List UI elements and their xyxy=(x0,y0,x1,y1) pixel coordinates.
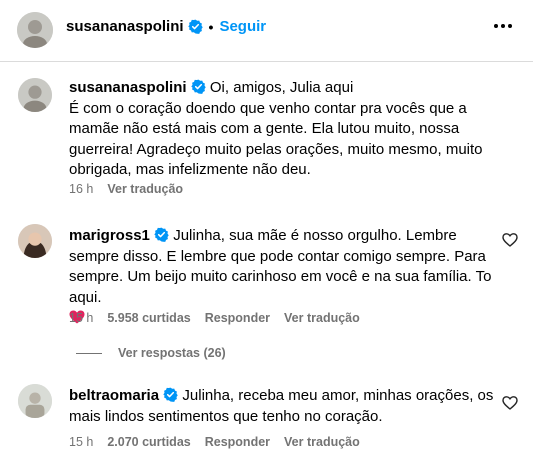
comment-meta: 15 h 2.070 curtidas Responder Ver traduç… xyxy=(69,435,374,449)
like-heart-icon[interactable] xyxy=(502,395,518,411)
header-avatar[interactable] xyxy=(17,12,53,48)
avatar-photo-icon xyxy=(18,384,52,418)
comment-body: beltraomaria Julinha, receba meu amor, m… xyxy=(69,386,497,427)
verified-badge-icon xyxy=(154,227,169,242)
reply-button[interactable]: Responder xyxy=(205,435,270,449)
avatar-photo-icon xyxy=(18,224,52,258)
comment-time[interactable]: 15 h xyxy=(69,435,93,449)
caption-avatar[interactable] xyxy=(18,78,52,112)
follow-button[interactable]: Seguir xyxy=(219,18,266,35)
separator-dot: • xyxy=(208,18,214,35)
comment-likes-count[interactable]: 2.070 curtidas xyxy=(107,435,190,449)
caption-username[interactable]: susananaspolini xyxy=(69,79,187,96)
comment-username[interactable]: beltraomaria xyxy=(69,387,159,404)
post-header: susananaspolini • Seguir xyxy=(0,0,533,62)
avatar-photo-icon xyxy=(17,12,53,48)
avatar-photo-icon xyxy=(18,78,52,112)
comment-translate-link[interactable]: Ver tradução xyxy=(284,435,360,449)
caption-translate-link[interactable]: Ver tradução xyxy=(107,182,183,196)
comment-time[interactable]: 15 h xyxy=(69,311,93,325)
reply-button[interactable]: Responder xyxy=(205,311,270,325)
header-username[interactable]: susananaspolini xyxy=(66,18,184,35)
view-replies-button[interactable]: Ver respostas (26) xyxy=(76,346,226,360)
verified-badge-icon xyxy=(163,387,178,402)
comment-avatar[interactable] xyxy=(18,384,52,418)
comment-likes-count[interactable]: 5.958 curtidas xyxy=(107,311,190,325)
comment-username[interactable]: marigross1 xyxy=(69,227,150,244)
replies-divider-line xyxy=(76,352,102,354)
view-replies-label: Ver respostas (26) xyxy=(118,346,226,360)
caption-time[interactable]: 16 h xyxy=(69,182,93,196)
comment-translate-link[interactable]: Ver tradução xyxy=(284,311,360,325)
verified-badge-icon xyxy=(191,79,206,94)
caption-body: susananaspolini Oi, amigos, Julia aqui É… xyxy=(69,78,509,181)
comment-avatar[interactable] xyxy=(18,224,52,258)
more-horizontal-icon[interactable] xyxy=(491,14,515,38)
comment-meta: 15 h 5.958 curtidas Responder Ver traduç… xyxy=(69,311,374,325)
like-heart-icon[interactable] xyxy=(502,232,518,248)
verified-badge-icon xyxy=(187,19,203,34)
caption-meta: 16 h Ver tradução xyxy=(69,182,197,196)
header-user-line: susananaspolini • Seguir xyxy=(66,18,266,35)
